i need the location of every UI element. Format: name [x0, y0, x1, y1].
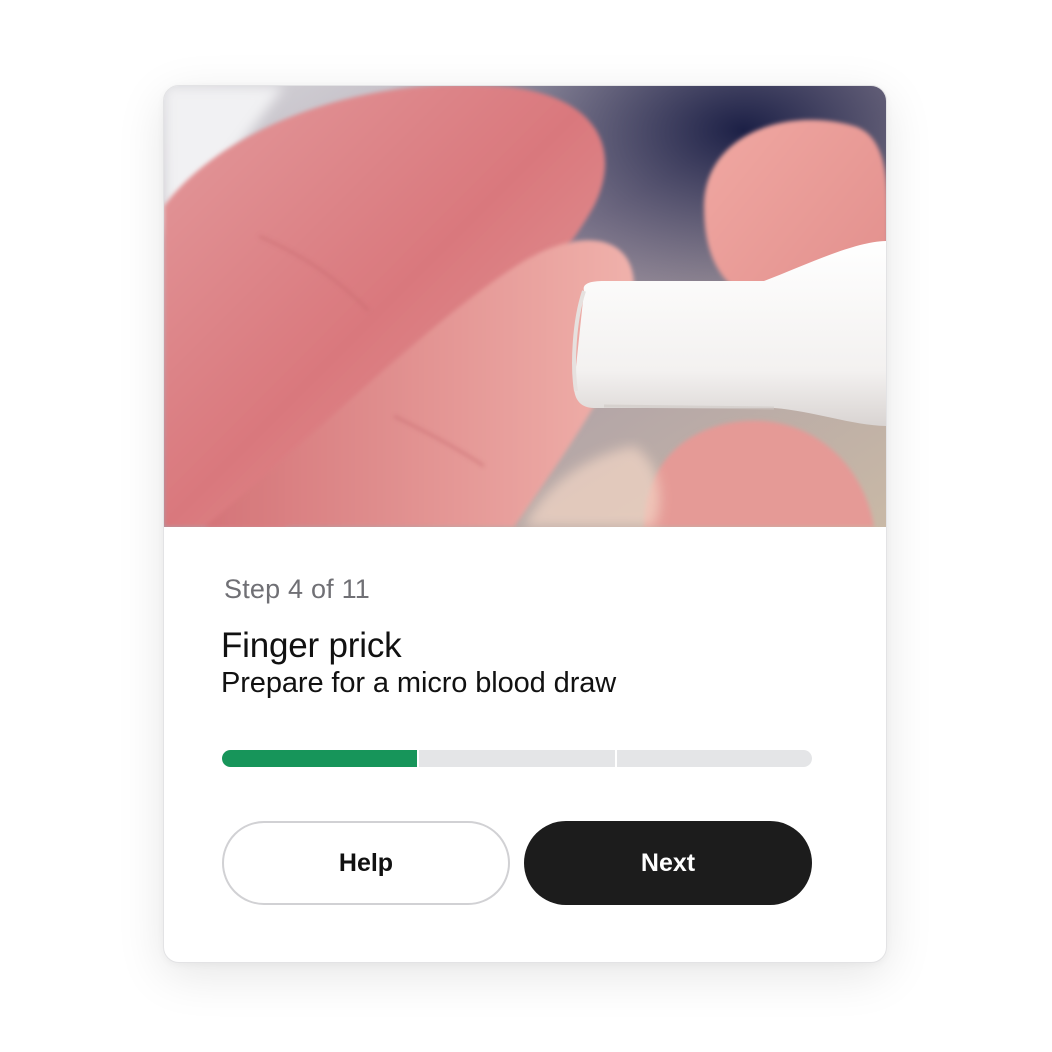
- progress-segment-2: [419, 750, 615, 767]
- next-button[interactable]: Next: [524, 821, 812, 905]
- help-button[interactable]: Help: [222, 821, 510, 905]
- progress-segment-1: [222, 750, 418, 767]
- finger-prick-photo: [164, 86, 886, 527]
- step-title: Finger prick: [221, 626, 402, 665]
- step-counter: Step 4 of 11: [224, 574, 371, 604]
- step-subtitle: Prepare for a micro blood draw: [221, 667, 617, 699]
- progress-segment-3: [616, 750, 812, 767]
- step-card: Step 4 of 11 Finger prick Prepare for a …: [163, 85, 887, 963]
- progress-bar: [222, 750, 812, 767]
